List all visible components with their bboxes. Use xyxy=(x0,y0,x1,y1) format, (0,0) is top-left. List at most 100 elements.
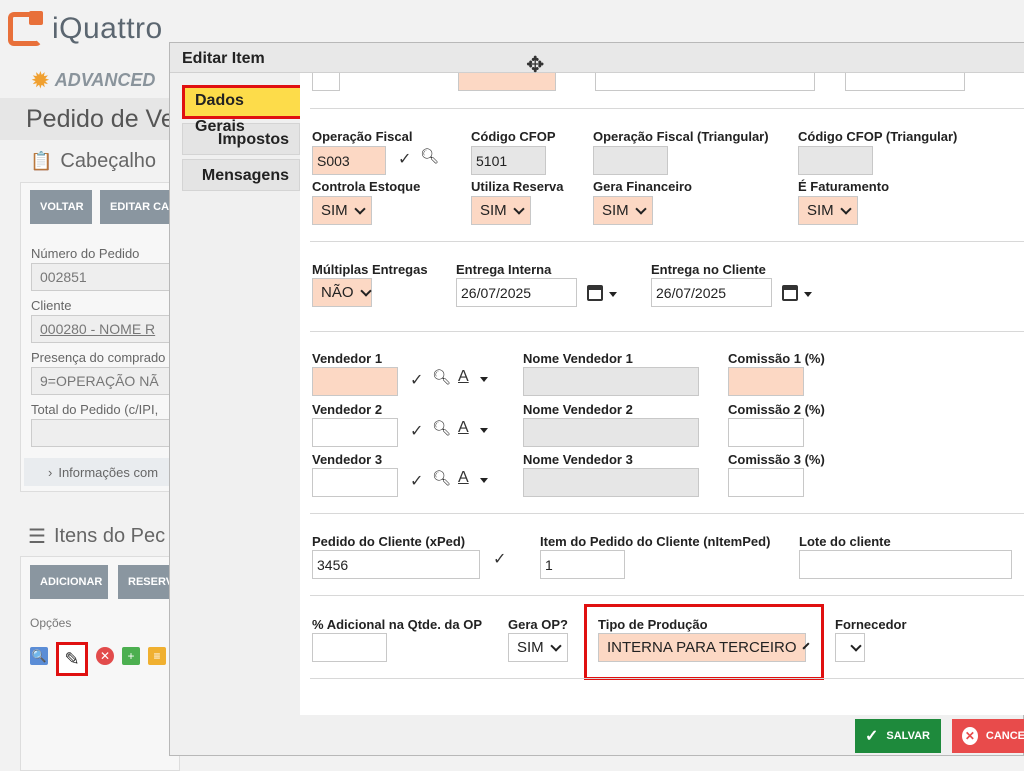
text-format-icon[interactable]: A xyxy=(458,469,469,487)
tab-mensagens[interactable]: Mensagens xyxy=(182,159,300,191)
lote-cliente-input[interactable] xyxy=(799,550,1012,579)
check-icon[interactable]: ✓ xyxy=(493,549,506,569)
notes-icon[interactable]: ≡ xyxy=(148,647,166,665)
caret-down-icon[interactable] xyxy=(480,377,488,382)
label-controla-estoque: Controla Estoque xyxy=(312,179,421,194)
label-vendedor-2: Vendedor 2 xyxy=(312,402,383,417)
reserv-button[interactable]: RESERV xyxy=(118,565,170,599)
salvar-label: SALVAR xyxy=(886,730,930,742)
delete-icon[interactable]: ✕ xyxy=(96,647,114,665)
operacao-fiscal-input[interactable]: S003 xyxy=(312,146,386,175)
text-format-icon[interactable]: A xyxy=(458,419,469,437)
calendar-icon[interactable] xyxy=(587,285,603,301)
label-nome-vendedor-2: Nome Vendedor 2 xyxy=(523,402,633,417)
cfop-triangular-input[interactable] xyxy=(798,146,873,175)
close-circle-icon: ✕ xyxy=(962,727,978,745)
app-logo: iQuattro xyxy=(8,11,163,46)
options-label: Opções xyxy=(30,616,72,630)
label-gera-financeiro: Gera Financeiro xyxy=(593,179,692,194)
label-entrega-cliente: Entrega no Cliente xyxy=(651,262,766,277)
label-cfop-triangular: Código CFOP (Triangular) xyxy=(798,129,958,144)
info-link-label: Informações com xyxy=(58,464,159,480)
field-cliente[interactable]: 000280 - NOME R xyxy=(31,315,171,343)
comissao-2-input[interactable] xyxy=(728,418,804,447)
controla-estoque-select[interactable]: SIM xyxy=(312,196,372,225)
search-icon[interactable]: 🔍︎ xyxy=(420,147,439,165)
caret-down-icon[interactable] xyxy=(480,428,488,433)
pencil-icon: ✎ xyxy=(64,648,80,669)
controla-estoque-value: SIM xyxy=(321,202,348,219)
field-total[interactable] xyxy=(31,419,171,447)
caret-down-icon[interactable] xyxy=(609,292,617,297)
calendar-icon[interactable] xyxy=(782,285,798,301)
e-faturamento-select[interactable]: SIM xyxy=(798,196,858,225)
label-tipo-producao: Tipo de Produção xyxy=(598,617,708,632)
nome-vendedor-2-input[interactable] xyxy=(523,418,699,447)
logo-mark-icon xyxy=(8,11,43,46)
edit-item-button[interactable]: ✎ xyxy=(56,642,88,676)
caret-down-icon[interactable] xyxy=(804,292,812,297)
entrega-interna-input[interactable]: 26/07/2025 xyxy=(456,278,577,307)
nome-vendedor-1-input[interactable] xyxy=(523,367,699,396)
modal-content: Operação Fiscal S003 ✓ 🔍︎ Código CFOP 51… xyxy=(300,73,1024,715)
check-icon[interactable]: ✓ xyxy=(410,471,423,491)
section-header-itens: ☰ Itens do Pec xyxy=(28,524,165,549)
label-lote-cliente: Lote do cliente xyxy=(799,534,891,549)
field-presenca[interactable]: 9=OPERAÇÃO NÃ xyxy=(31,367,171,395)
label-codigo-cfop: Código CFOP xyxy=(471,129,556,144)
entrega-cliente-input[interactable]: 26/07/2025 xyxy=(651,278,772,307)
text-format-icon[interactable]: A xyxy=(458,368,469,386)
field-numero[interactable]: 002851 xyxy=(31,263,171,291)
vendedor-2-input[interactable] xyxy=(312,418,398,447)
label-e-faturamento: É Faturamento xyxy=(798,179,890,194)
search-icon[interactable]: 🔍︎ xyxy=(432,368,451,386)
salvar-button[interactable]: ✓ SALVAR xyxy=(855,719,941,753)
search-icon[interactable]: 🔍︎ xyxy=(432,419,451,437)
label-pedido-cliente: Pedido do Cliente (xPed) xyxy=(312,534,466,549)
tipo-producao-select[interactable]: INTERNA PARA TERCEIRO xyxy=(598,633,810,662)
gera-financeiro-value: SIM xyxy=(602,202,629,219)
comissao-1-input[interactable] xyxy=(728,367,804,396)
add-icon[interactable]: + xyxy=(122,647,140,665)
codigo-cfop-input[interactable]: 5101 xyxy=(471,146,546,175)
tab-dados-gerais[interactable]: Dados Gerais xyxy=(182,85,306,135)
gear-icon: ✹ xyxy=(32,70,49,92)
cancelar-button[interactable]: ✕ CANCE xyxy=(952,719,1024,753)
fornecedor-select[interactable] xyxy=(835,633,865,662)
gera-financeiro-select[interactable]: SIM xyxy=(593,196,653,225)
chevron-down-icon xyxy=(840,202,852,215)
gera-op-select[interactable]: SIM xyxy=(508,633,568,662)
item-pedido-input[interactable]: 1 xyxy=(540,550,625,579)
adicional-op-input[interactable] xyxy=(312,633,387,662)
voltar-button[interactable]: VOLTAR xyxy=(30,190,92,224)
utiliza-reserva-select[interactable]: SIM xyxy=(471,196,531,225)
modal-header[interactable]: Editar Item ✥ xyxy=(170,43,1024,77)
search-icon[interactable]: 🔍 xyxy=(30,647,48,665)
info-link[interactable]: › Informações com xyxy=(24,458,180,486)
label-nome-vendedor-1: Nome Vendedor 1 xyxy=(523,351,633,366)
editar-button[interactable]: EDITAR CA xyxy=(100,190,170,224)
vendedor-1-input[interactable] xyxy=(312,367,398,396)
items-header-label: Itens do Pec xyxy=(53,525,166,547)
comissao-3-input[interactable] xyxy=(728,468,804,497)
check-icon[interactable]: ✓ xyxy=(398,149,411,169)
page-title: Pedido de Ve xyxy=(26,105,175,133)
clipboard-icon: 📋 xyxy=(30,151,53,171)
chevron-down-icon xyxy=(550,639,562,652)
pedido-cliente-input[interactable]: 3456 xyxy=(312,550,480,579)
partial-field xyxy=(845,73,965,91)
operacao-triangular-input[interactable] xyxy=(593,146,668,175)
adicionar-button[interactable]: ADICIONAR xyxy=(30,565,108,599)
nome-vendedor-3-input[interactable] xyxy=(523,468,699,497)
search-icon[interactable]: 🔍︎ xyxy=(432,469,451,487)
vendedor-3-input[interactable] xyxy=(312,468,398,497)
check-icon[interactable]: ✓ xyxy=(410,370,423,390)
multiplas-entregas-select[interactable]: NÃO xyxy=(312,278,372,307)
label-operacao-fiscal: Operação Fiscal xyxy=(312,129,413,144)
chevron-right-icon: › xyxy=(48,464,53,480)
check-icon[interactable]: ✓ xyxy=(410,421,423,441)
label-comissao-1: Comissão 1 (%) xyxy=(728,351,825,366)
caret-down-icon[interactable] xyxy=(480,478,488,483)
modal-title: Editar Item xyxy=(182,50,265,67)
partial-field xyxy=(312,73,340,91)
